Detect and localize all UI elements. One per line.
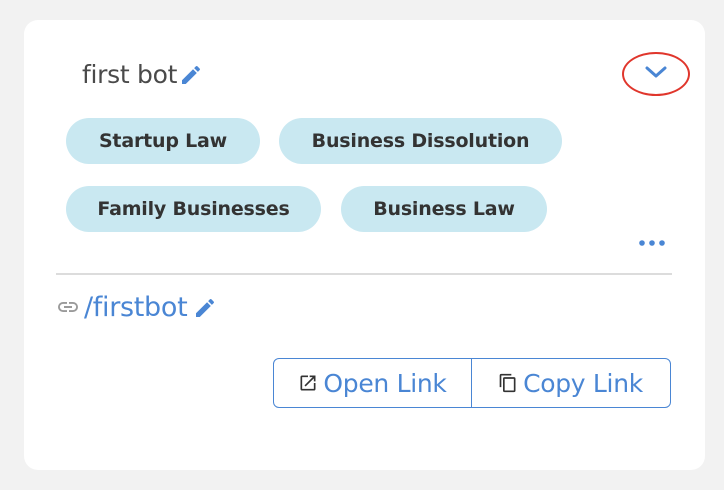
ellipsis-icon[interactable]: [638, 234, 666, 246]
tag-label: Startup Law: [98, 130, 228, 152]
external-link-icon: [300, 375, 316, 391]
open-link-button[interactable]: Open Link: [274, 359, 472, 407]
link-icon: [56, 295, 80, 319]
tag-chip[interactable]: Business Dissolution: [279, 118, 562, 164]
open-link-label: Open Link: [323, 368, 447, 398]
tag-chip[interactable]: Business Law: [341, 186, 547, 232]
bot-link-row: /firstbot: [56, 288, 217, 326]
pencil-icon[interactable]: [179, 63, 203, 87]
tag-label: Business Law: [373, 198, 515, 220]
tag-chip[interactable]: Family Businesses: [66, 186, 321, 232]
pencil-icon[interactable]: [193, 296, 217, 320]
link-actions: Open Link Copy Link: [273, 358, 671, 408]
tag-label: Family Businesses: [97, 198, 290, 220]
expand-toggle[interactable]: [622, 52, 690, 96]
bot-link-slug[interactable]: /firstbot: [84, 292, 188, 323]
tag-chip[interactable]: Startup Law: [66, 118, 260, 164]
bot-name: first bot: [82, 59, 178, 89]
tag-label: Business Dissolution: [311, 130, 530, 152]
copy-link-label: Copy Link: [523, 368, 643, 398]
copy-link-button[interactable]: Copy Link: [472, 359, 669, 407]
divider: [56, 273, 672, 275]
chevron-down-icon: [644, 64, 668, 84]
bot-title-row: first bot: [82, 56, 203, 92]
copy-icon: [499, 373, 516, 393]
bot-card: first bot Startup Law Business Dissoluti…: [24, 20, 705, 470]
